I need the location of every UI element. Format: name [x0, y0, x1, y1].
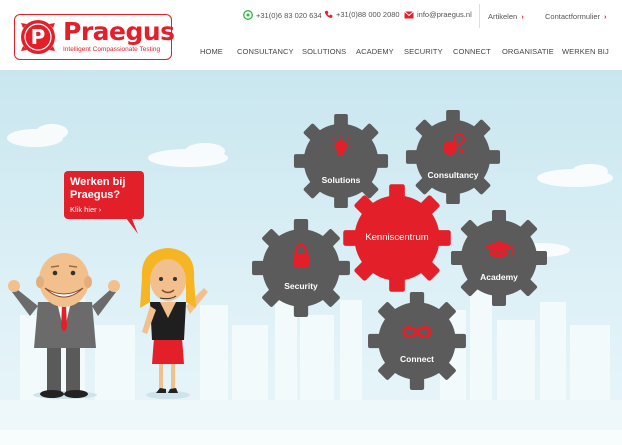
- woman-character-illustration: [140, 248, 208, 399]
- whatsapp-icon: [243, 10, 253, 20]
- cta-title-line1: Werken bij: [70, 176, 126, 188]
- hero-banner: Werken bij Praegus? Klik hier › Solution…: [0, 70, 622, 445]
- contact-form-link[interactable]: Contactformulier ›: [545, 12, 607, 21]
- gear-security[interactable]: Security: [250, 217, 352, 319]
- werken-bij-cta-bubble[interactable]: Werken bij Praegus? Klik hier ›: [64, 171, 144, 219]
- site-header: P Praegus Intelligent Compassionate Test…: [0, 0, 622, 70]
- cta-subtext: Klik hier ›: [70, 205, 102, 214]
- chevron-right-icon: ›: [521, 12, 524, 21]
- nav-security[interactable]: SECURITY: [404, 47, 443, 56]
- logo-badge-letter: P: [31, 25, 46, 49]
- gear-label-security: Security: [284, 281, 318, 291]
- praegus-logo[interactable]: P Praegus Intelligent Compassionate Test…: [14, 14, 175, 60]
- gear-label-kenniscentrum: Kenniscentrum: [365, 232, 429, 243]
- gear-label-connect: Connect: [400, 354, 434, 364]
- nav-academy[interactable]: ACADEMY: [356, 47, 394, 56]
- chevron-right-icon: ›: [604, 12, 607, 21]
- brand-tagline: Intelligent Compassionate Testing: [63, 46, 161, 53]
- articles-label: Artikelen: [488, 12, 518, 21]
- phone-number: +31(0)88 000 2080: [336, 10, 400, 19]
- articles-link[interactable]: Artikelen ›: [488, 12, 524, 21]
- nav-werken-bij[interactable]: WERKEN BIJ: [562, 47, 609, 56]
- email-address: info@praegus.nl: [417, 10, 472, 19]
- whatsapp-link[interactable]: +31(0)6 83 020 634: [243, 10, 322, 20]
- header-divider: [479, 4, 480, 28]
- gear-kenniscentrum[interactable]: Kenniscentrum: [341, 182, 453, 294]
- lightbulb-icon: [331, 135, 351, 156]
- brand-name: Praegus: [63, 17, 175, 46]
- padlock-icon: [293, 243, 309, 267]
- seal-icon: P: [21, 20, 55, 54]
- nav-solutions[interactable]: SOLUTIONS: [302, 47, 346, 56]
- nav-organisatie[interactable]: ORGANISATIE: [502, 47, 554, 56]
- gear-connect[interactable]: Connect: [366, 290, 468, 392]
- gear-shape: [368, 292, 466, 390]
- chat-bubbles-icon: [443, 133, 465, 155]
- contact-form-label: Contactformulier: [545, 12, 601, 21]
- phone-icon: [324, 10, 333, 18]
- infinity-icon: [402, 326, 432, 338]
- cta-title-line2: Praegus?: [70, 189, 121, 201]
- nav-home[interactable]: HOME: [200, 47, 223, 56]
- nav-consultancy[interactable]: CONSULTANCY: [237, 47, 294, 56]
- graduation-cap-icon: [484, 241, 514, 258]
- envelope-icon: [404, 10, 414, 18]
- email-link[interactable]: info@praegus.nl: [404, 10, 472, 19]
- whatsapp-number: +31(0)6 83 020 634: [256, 10, 322, 20]
- phone-link[interactable]: +31(0)88 000 2080: [324, 10, 400, 19]
- gear-label-academy: Academy: [480, 272, 518, 282]
- nav-connect[interactable]: CONNECT: [453, 47, 491, 56]
- gear-label-consultancy: Consultancy: [427, 170, 479, 180]
